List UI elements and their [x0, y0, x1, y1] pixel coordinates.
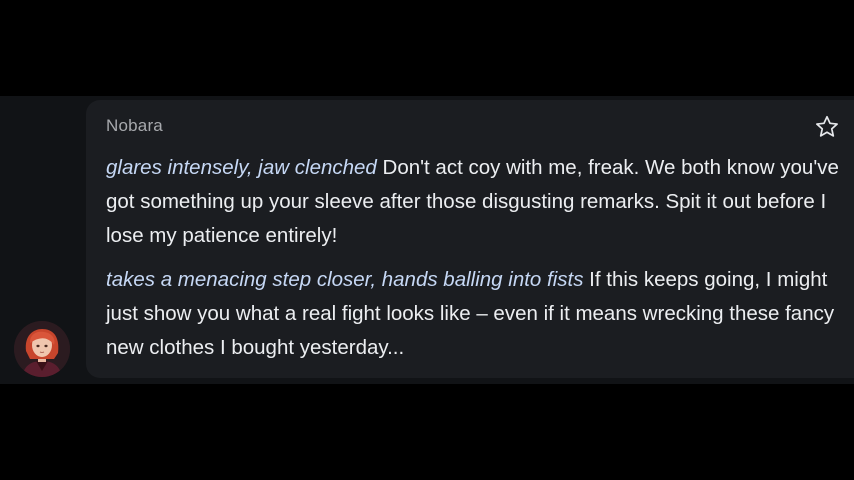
- action-text: glares intensely, jaw clenched: [106, 156, 377, 179]
- favorite-button[interactable]: [814, 114, 840, 140]
- message-paragraph: takes a menacing step closer, hands ball…: [106, 263, 841, 365]
- avatar[interactable]: [14, 321, 70, 377]
- character-portrait-icon: [14, 321, 70, 377]
- message-paragraph: glares intensely, jaw clenched Don't act…: [106, 151, 841, 253]
- star-outline-icon: [816, 115, 838, 137]
- message-bubble: Nobara glares intensely, jaw clenched Do…: [86, 100, 854, 378]
- video-frame: Nobara glares intensely, jaw clenched Do…: [0, 0, 854, 480]
- sender-name: Nobara: [106, 116, 163, 135]
- action-text: takes a menacing step closer, hands ball…: [106, 268, 584, 291]
